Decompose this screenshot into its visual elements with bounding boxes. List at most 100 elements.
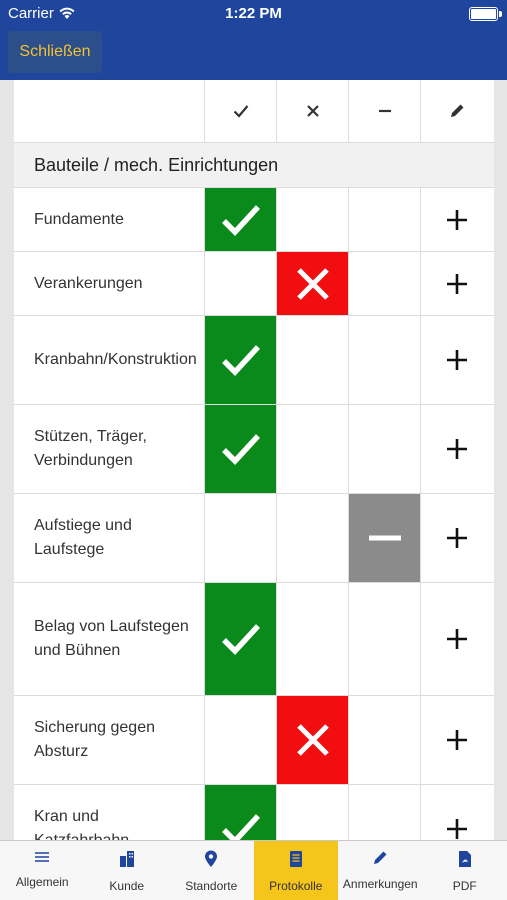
checklist-row: Kran und Katzfahrbahn bbox=[14, 785, 494, 840]
minus-icon bbox=[378, 109, 391, 113]
add-note-button[interactable] bbox=[421, 494, 493, 582]
check-icon bbox=[221, 624, 260, 655]
add-note-button[interactable] bbox=[421, 252, 493, 315]
tab-anmerkungen[interactable]: Anmerkungen bbox=[338, 841, 423, 900]
row-label: Aufstiege und Laufstege bbox=[14, 494, 205, 582]
column-header-row bbox=[14, 80, 494, 143]
status-ok-cell[interactable] bbox=[205, 785, 277, 840]
check-icon bbox=[221, 434, 260, 465]
tab-label: Allgemein bbox=[15, 875, 69, 889]
checklist-row: Verankerungen bbox=[14, 252, 494, 316]
row-label: Fundamente bbox=[14, 188, 205, 251]
row-label: Belag von Laufstegen und Bühnen bbox=[14, 583, 205, 695]
status-bad-cell[interactable] bbox=[277, 252, 349, 315]
plus-icon bbox=[447, 273, 467, 294]
plus-icon bbox=[447, 528, 467, 548]
plus-icon bbox=[447, 730, 467, 750]
status-ok-cell[interactable] bbox=[205, 316, 277, 404]
status-ok-cell[interactable] bbox=[205, 583, 277, 695]
tab-label: Kunde bbox=[109, 879, 145, 893]
column-note-header bbox=[421, 80, 493, 142]
status-bad-cell[interactable] bbox=[277, 583, 349, 695]
status-neutral-cell[interactable] bbox=[349, 405, 421, 493]
tab-label: Standorte bbox=[185, 879, 238, 893]
row-label: Sicherung gegen Absturz bbox=[14, 696, 205, 784]
section-title: Bauteile / mech. Einrichtungen bbox=[14, 143, 494, 188]
right-margin bbox=[494, 80, 507, 840]
checklist-row: Stützen, Träger, Verbindungen bbox=[14, 405, 494, 494]
list-icon bbox=[35, 852, 50, 862]
plus-icon bbox=[447, 439, 467, 459]
tab-allgemein[interactable]: Allgemein bbox=[0, 841, 85, 900]
document-icon bbox=[289, 851, 302, 867]
add-note-button[interactable] bbox=[421, 696, 493, 784]
tab-label: PDF bbox=[452, 879, 477, 893]
close-button[interactable]: Schließen bbox=[8, 31, 102, 73]
building-icon bbox=[119, 851, 134, 867]
status-neutral-cell[interactable] bbox=[349, 696, 421, 784]
status-neutral-cell[interactable] bbox=[349, 252, 421, 315]
battery-icon bbox=[469, 7, 502, 21]
plus-icon bbox=[447, 209, 467, 230]
check-icon bbox=[233, 105, 248, 118]
add-note-button[interactable] bbox=[421, 405, 493, 493]
status-ok-cell[interactable] bbox=[205, 405, 277, 493]
tab-bar: Allgemein Kunde Standorte Protokolle Anm… bbox=[0, 840, 507, 900]
cross-icon bbox=[306, 105, 319, 117]
left-margin bbox=[0, 80, 14, 840]
status-ok-cell[interactable] bbox=[205, 188, 277, 251]
add-note-button[interactable] bbox=[421, 785, 493, 840]
status-ok-cell[interactable] bbox=[205, 252, 277, 315]
cross-icon bbox=[296, 724, 329, 756]
plus-icon bbox=[447, 819, 467, 839]
cross-icon bbox=[296, 267, 329, 300]
row-label: Kran und Katzfahrbahn bbox=[14, 785, 205, 840]
tab-protokolle[interactable]: Protokolle bbox=[253, 841, 338, 900]
status-bad-cell[interactable] bbox=[277, 316, 349, 404]
status-bad-cell[interactable] bbox=[277, 696, 349, 784]
checklist-row: Kranbahn/Konstruktion bbox=[14, 316, 494, 405]
status-neutral-cell[interactable] bbox=[349, 785, 421, 840]
row-label: Stützen, Träger, Verbindungen bbox=[14, 405, 205, 493]
status-neutral-cell[interactable] bbox=[349, 494, 421, 582]
tab-label: Protokolle bbox=[269, 879, 323, 893]
header-empty-cell bbox=[14, 80, 205, 142]
tab-label: Anmerkungen bbox=[342, 877, 418, 891]
checklist-row: Sicherung gegen Absturz bbox=[14, 696, 494, 785]
checklist-rows: Fundamente Verankerungen Kranbahn/Konstruk… bbox=[14, 188, 494, 840]
status-bad-cell[interactable] bbox=[277, 188, 349, 251]
column-bad-header bbox=[277, 80, 349, 142]
plus-icon bbox=[447, 350, 467, 370]
tab-pdf[interactable]: PDF bbox=[423, 841, 507, 900]
pencil-icon bbox=[374, 851, 387, 864]
status-bar: Carrier 1:22 PM bbox=[0, 0, 507, 28]
add-note-button[interactable] bbox=[421, 583, 493, 695]
check-icon bbox=[221, 814, 260, 840]
tab-standorte[interactable]: Standorte bbox=[169, 841, 254, 900]
checklist-row: Belag von Laufstegen und Bühnen bbox=[14, 583, 494, 696]
tab-kunde[interactable]: Kunde bbox=[85, 841, 170, 900]
add-note-button[interactable] bbox=[421, 188, 493, 251]
checklist-table: Bauteile / mech. Einrichtungen Fundament… bbox=[14, 80, 494, 840]
row-label: Verankerungen bbox=[14, 252, 205, 315]
location-pin-icon bbox=[205, 850, 218, 867]
checklist-row: Fundamente bbox=[14, 188, 494, 252]
plus-icon bbox=[447, 629, 467, 649]
status-neutral-cell[interactable] bbox=[349, 316, 421, 404]
clock: 1:22 PM bbox=[225, 5, 282, 22]
pdf-icon bbox=[458, 851, 471, 867]
row-label: Kranbahn/Konstruktion bbox=[14, 316, 205, 404]
status-ok-cell[interactable] bbox=[205, 696, 277, 784]
status-neutral-cell[interactable] bbox=[349, 188, 421, 251]
check-icon bbox=[221, 204, 260, 236]
status-bad-cell[interactable] bbox=[277, 785, 349, 840]
add-note-button[interactable] bbox=[421, 316, 493, 404]
column-neutral-header bbox=[349, 80, 421, 142]
status-bad-cell[interactable] bbox=[277, 494, 349, 582]
status-bad-cell[interactable] bbox=[277, 405, 349, 493]
checklist-row: Aufstiege und Laufstege bbox=[14, 494, 494, 583]
status-neutral-cell[interactable] bbox=[349, 583, 421, 695]
check-icon bbox=[221, 345, 260, 376]
pencil-icon bbox=[451, 104, 464, 117]
status-ok-cell[interactable] bbox=[205, 494, 277, 582]
